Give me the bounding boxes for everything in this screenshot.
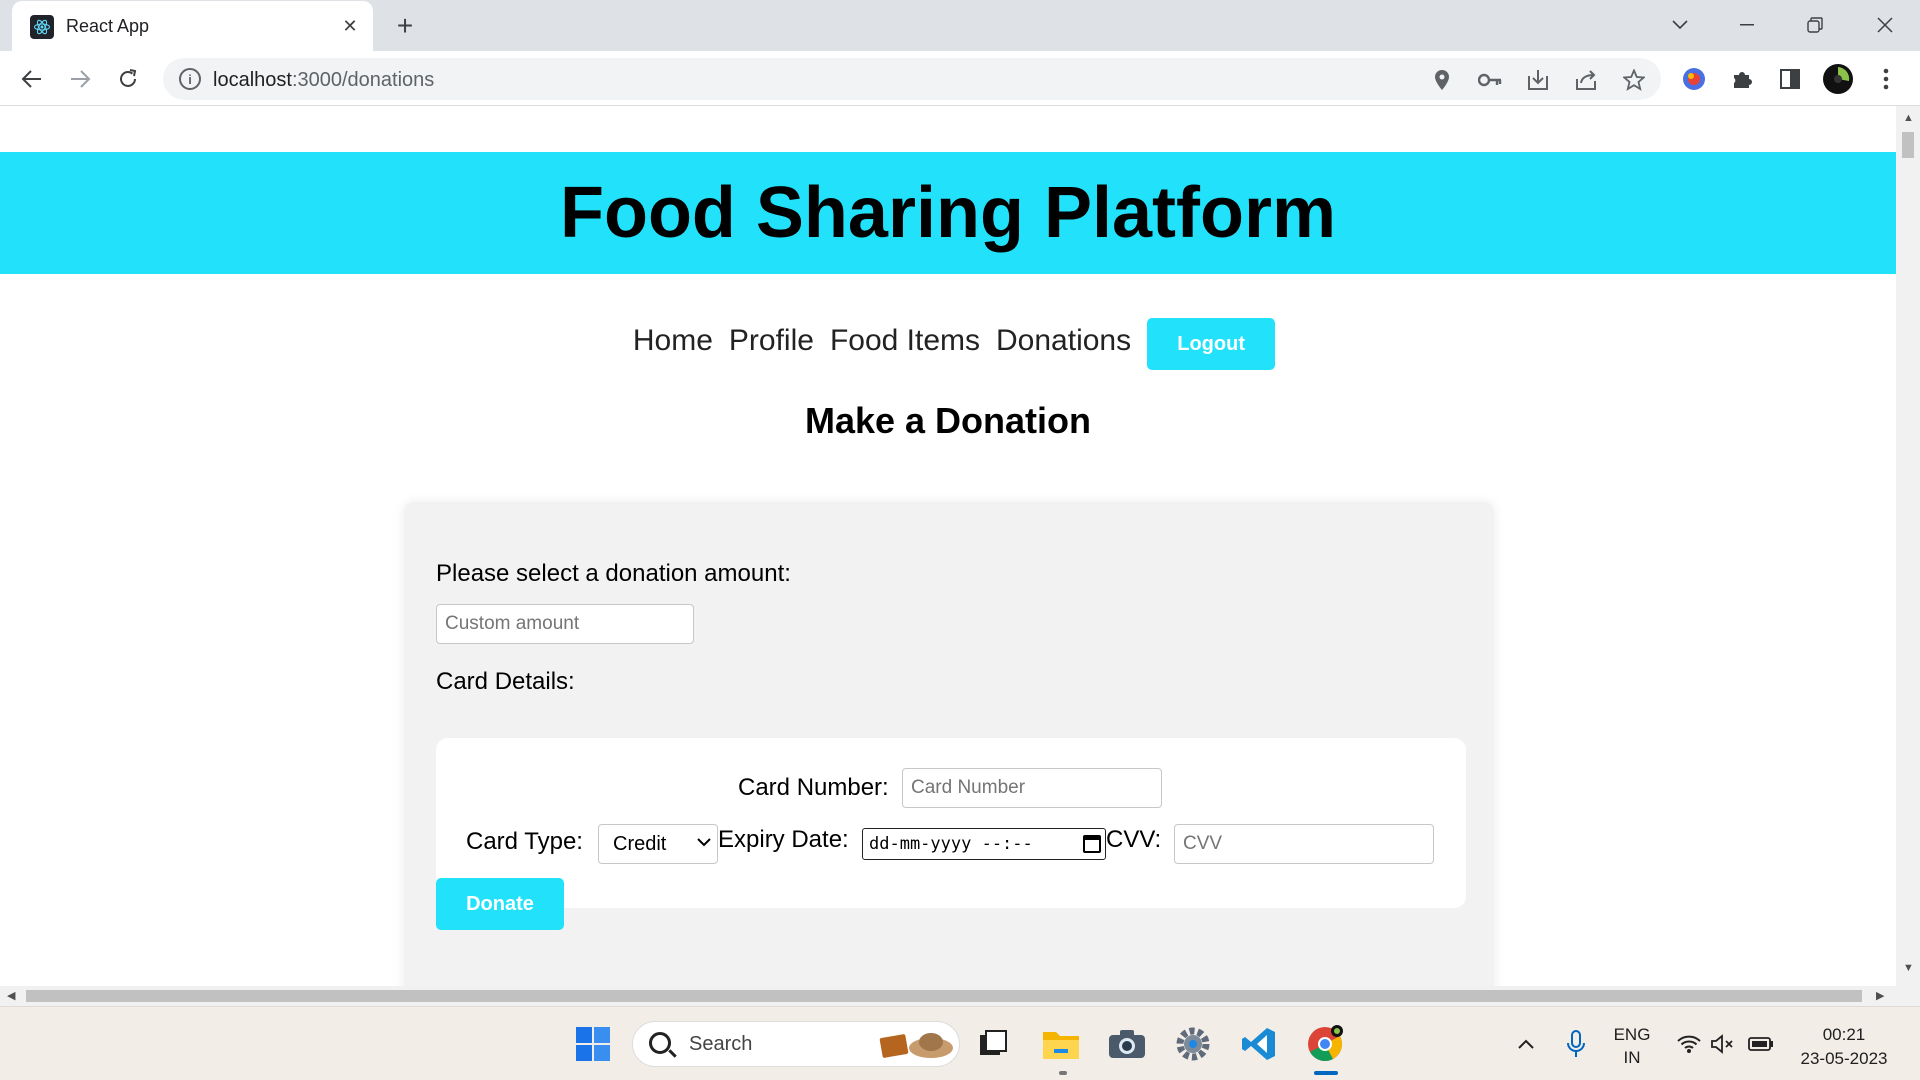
address-bar[interactable]: i localhost:3000/donations <box>163 58 1661 100</box>
extensions-puzzle-icon[interactable] <box>1726 63 1758 95</box>
cvv-input[interactable]: CVV <box>1174 824 1434 864</box>
expiry-date-label: Expiry Date: <box>718 826 849 853</box>
scroll-left-arrow-icon[interactable]: ◀ <box>7 989 15 1002</box>
scroll-right-arrow-icon[interactable]: ▶ <box>1876 989 1884 1002</box>
clock-time: 00:21 <box>1822 1025 1866 1044</box>
back-arrow-icon[interactable] <box>16 63 48 95</box>
main-navigation: Home Profile Food Items Donations Logout <box>0 318 1896 374</box>
scroll-up-arrow-icon[interactable]: ▲ <box>1903 112 1914 124</box>
card-number-label: Card Number: <box>738 774 889 801</box>
donation-amount-label: Please select a donation amount: <box>436 560 791 587</box>
expiry-date-input[interactable]: dd-mm-yyyy --:-- <box>862 828 1106 860</box>
share-icon[interactable] <box>1573 67 1599 93</box>
site-header-banner: Food Sharing Platform <box>0 152 1896 274</box>
horizontal-scroll-thumb[interactable] <box>26 990 1862 1002</box>
extension-colorful-icon[interactable] <box>1678 63 1710 95</box>
chrome-active-indicator <box>1314 1071 1338 1075</box>
card-type-value: Credit <box>613 832 667 855</box>
cvv-label: CVV: <box>1106 826 1162 853</box>
bookmark-star-icon[interactable] <box>1621 67 1647 93</box>
reload-icon[interactable] <box>112 63 144 95</box>
clock-date: 23-05-2023 <box>1800 1049 1888 1068</box>
nav-link-donations[interactable]: Donations <box>996 324 1131 358</box>
logout-button[interactable]: Logout <box>1147 318 1276 370</box>
close-window-button[interactable] <box>1870 10 1900 40</box>
nav-link-home[interactable]: Home <box>633 324 713 358</box>
install-app-icon[interactable] <box>1525 67 1551 93</box>
show-hidden-icons-chevron-icon[interactable] <box>1505 1023 1547 1065</box>
taskbar-search-box[interactable]: Search <box>632 1021 960 1067</box>
vertical-scroll-thumb[interactable] <box>1902 132 1914 158</box>
page-heading: Make a Donation <box>804 400 1092 441</box>
browser-toolbar: i localhost:3000/donations <box>0 51 1920 106</box>
language-code: ENG <box>1613 1025 1651 1044</box>
volume-muted-icon[interactable] <box>1702 1023 1744 1065</box>
chrome-icon[interactable] <box>1304 1023 1346 1065</box>
side-panel-icon[interactable] <box>1774 63 1806 95</box>
restore-window-button[interactable] <box>1800 10 1830 40</box>
forward-arrow-icon[interactable] <box>64 63 96 95</box>
page-viewport: Food Sharing Platform Home Profile Food … <box>0 106 1896 986</box>
task-view-icon[interactable] <box>972 1023 1014 1065</box>
donate-button[interactable]: Donate <box>436 878 564 930</box>
search-highlight-books-icon <box>879 1033 953 1058</box>
microphone-icon[interactable] <box>1555 1023 1597 1065</box>
close-tab-icon[interactable]: ✕ <box>339 15 361 37</box>
horizontal-scrollbar[interactable]: ◀ ▶ <box>0 986 1920 1006</box>
language-indicator[interactable]: ENG IN <box>1606 1025 1658 1068</box>
clock[interactable]: 00:21 23-05-2023 <box>1786 1025 1902 1069</box>
search-icon <box>649 1032 671 1054</box>
expiry-date-placeholder: dd-mm-yyyy --:-- <box>869 834 1033 854</box>
windows-taskbar: Search ENG IN 00:21 23-05-2023 <box>0 1006 1920 1080</box>
browser-menu-icon[interactable] <box>1870 63 1902 95</box>
windows-start-icon[interactable] <box>572 1023 614 1065</box>
tab-search-chevron-icon[interactable] <box>1665 10 1695 40</box>
battery-icon[interactable] <box>1740 1023 1782 1065</box>
calendar-icon[interactable] <box>1083 835 1101 853</box>
custom-amount-input[interactable]: Custom amount <box>436 604 694 644</box>
new-tab-button[interactable]: + <box>390 11 420 41</box>
tab-title: React App <box>66 16 150 36</box>
card-type-label: Card Type: <box>466 828 583 855</box>
taskbar-search-label: Search <box>689 1033 753 1055</box>
nav-link-profile[interactable]: Profile <box>729 324 814 358</box>
minimize-window-button[interactable] <box>1732 10 1762 40</box>
region-code: IN <box>1623 1048 1641 1067</box>
card-type-select[interactable]: Credit <box>598 824 718 864</box>
browser-tab-strip: React App ✕ + <box>0 0 1920 51</box>
profile-avatar[interactable] <box>1822 63 1854 95</box>
scroll-down-arrow-icon[interactable]: ▼ <box>1903 962 1914 974</box>
camera-app-icon[interactable] <box>1106 1023 1148 1065</box>
site-info-icon[interactable]: i <box>179 68 201 90</box>
vertical-scrollbar[interactable]: ▲ ▼ <box>1896 106 1920 986</box>
browser-tab[interactable]: React App ✕ <box>12 1 373 51</box>
key-icon[interactable] <box>1477 67 1503 93</box>
react-favicon-icon <box>30 15 54 39</box>
file-explorer-icon[interactable] <box>1040 1023 1082 1065</box>
card-details-box: Card Number: Card Number Card Type: Cred… <box>436 738 1466 908</box>
nav-link-food-items[interactable]: Food Items <box>830 324 980 358</box>
donation-form-card: Please select a donation amount: Custom … <box>404 502 1494 986</box>
settings-gear-icon[interactable] <box>1172 1023 1214 1065</box>
chevron-down-icon <box>697 834 711 852</box>
url-text: localhost:3000/donations <box>213 69 435 91</box>
vscode-icon[interactable] <box>1238 1023 1280 1065</box>
file-explorer-running-indicator <box>1059 1071 1067 1075</box>
site-title: Food Sharing Platform <box>559 173 1336 253</box>
location-pin-icon[interactable] <box>1429 67 1455 93</box>
card-number-input[interactable]: Card Number <box>902 768 1162 808</box>
card-details-label: Card Details: <box>436 668 575 695</box>
